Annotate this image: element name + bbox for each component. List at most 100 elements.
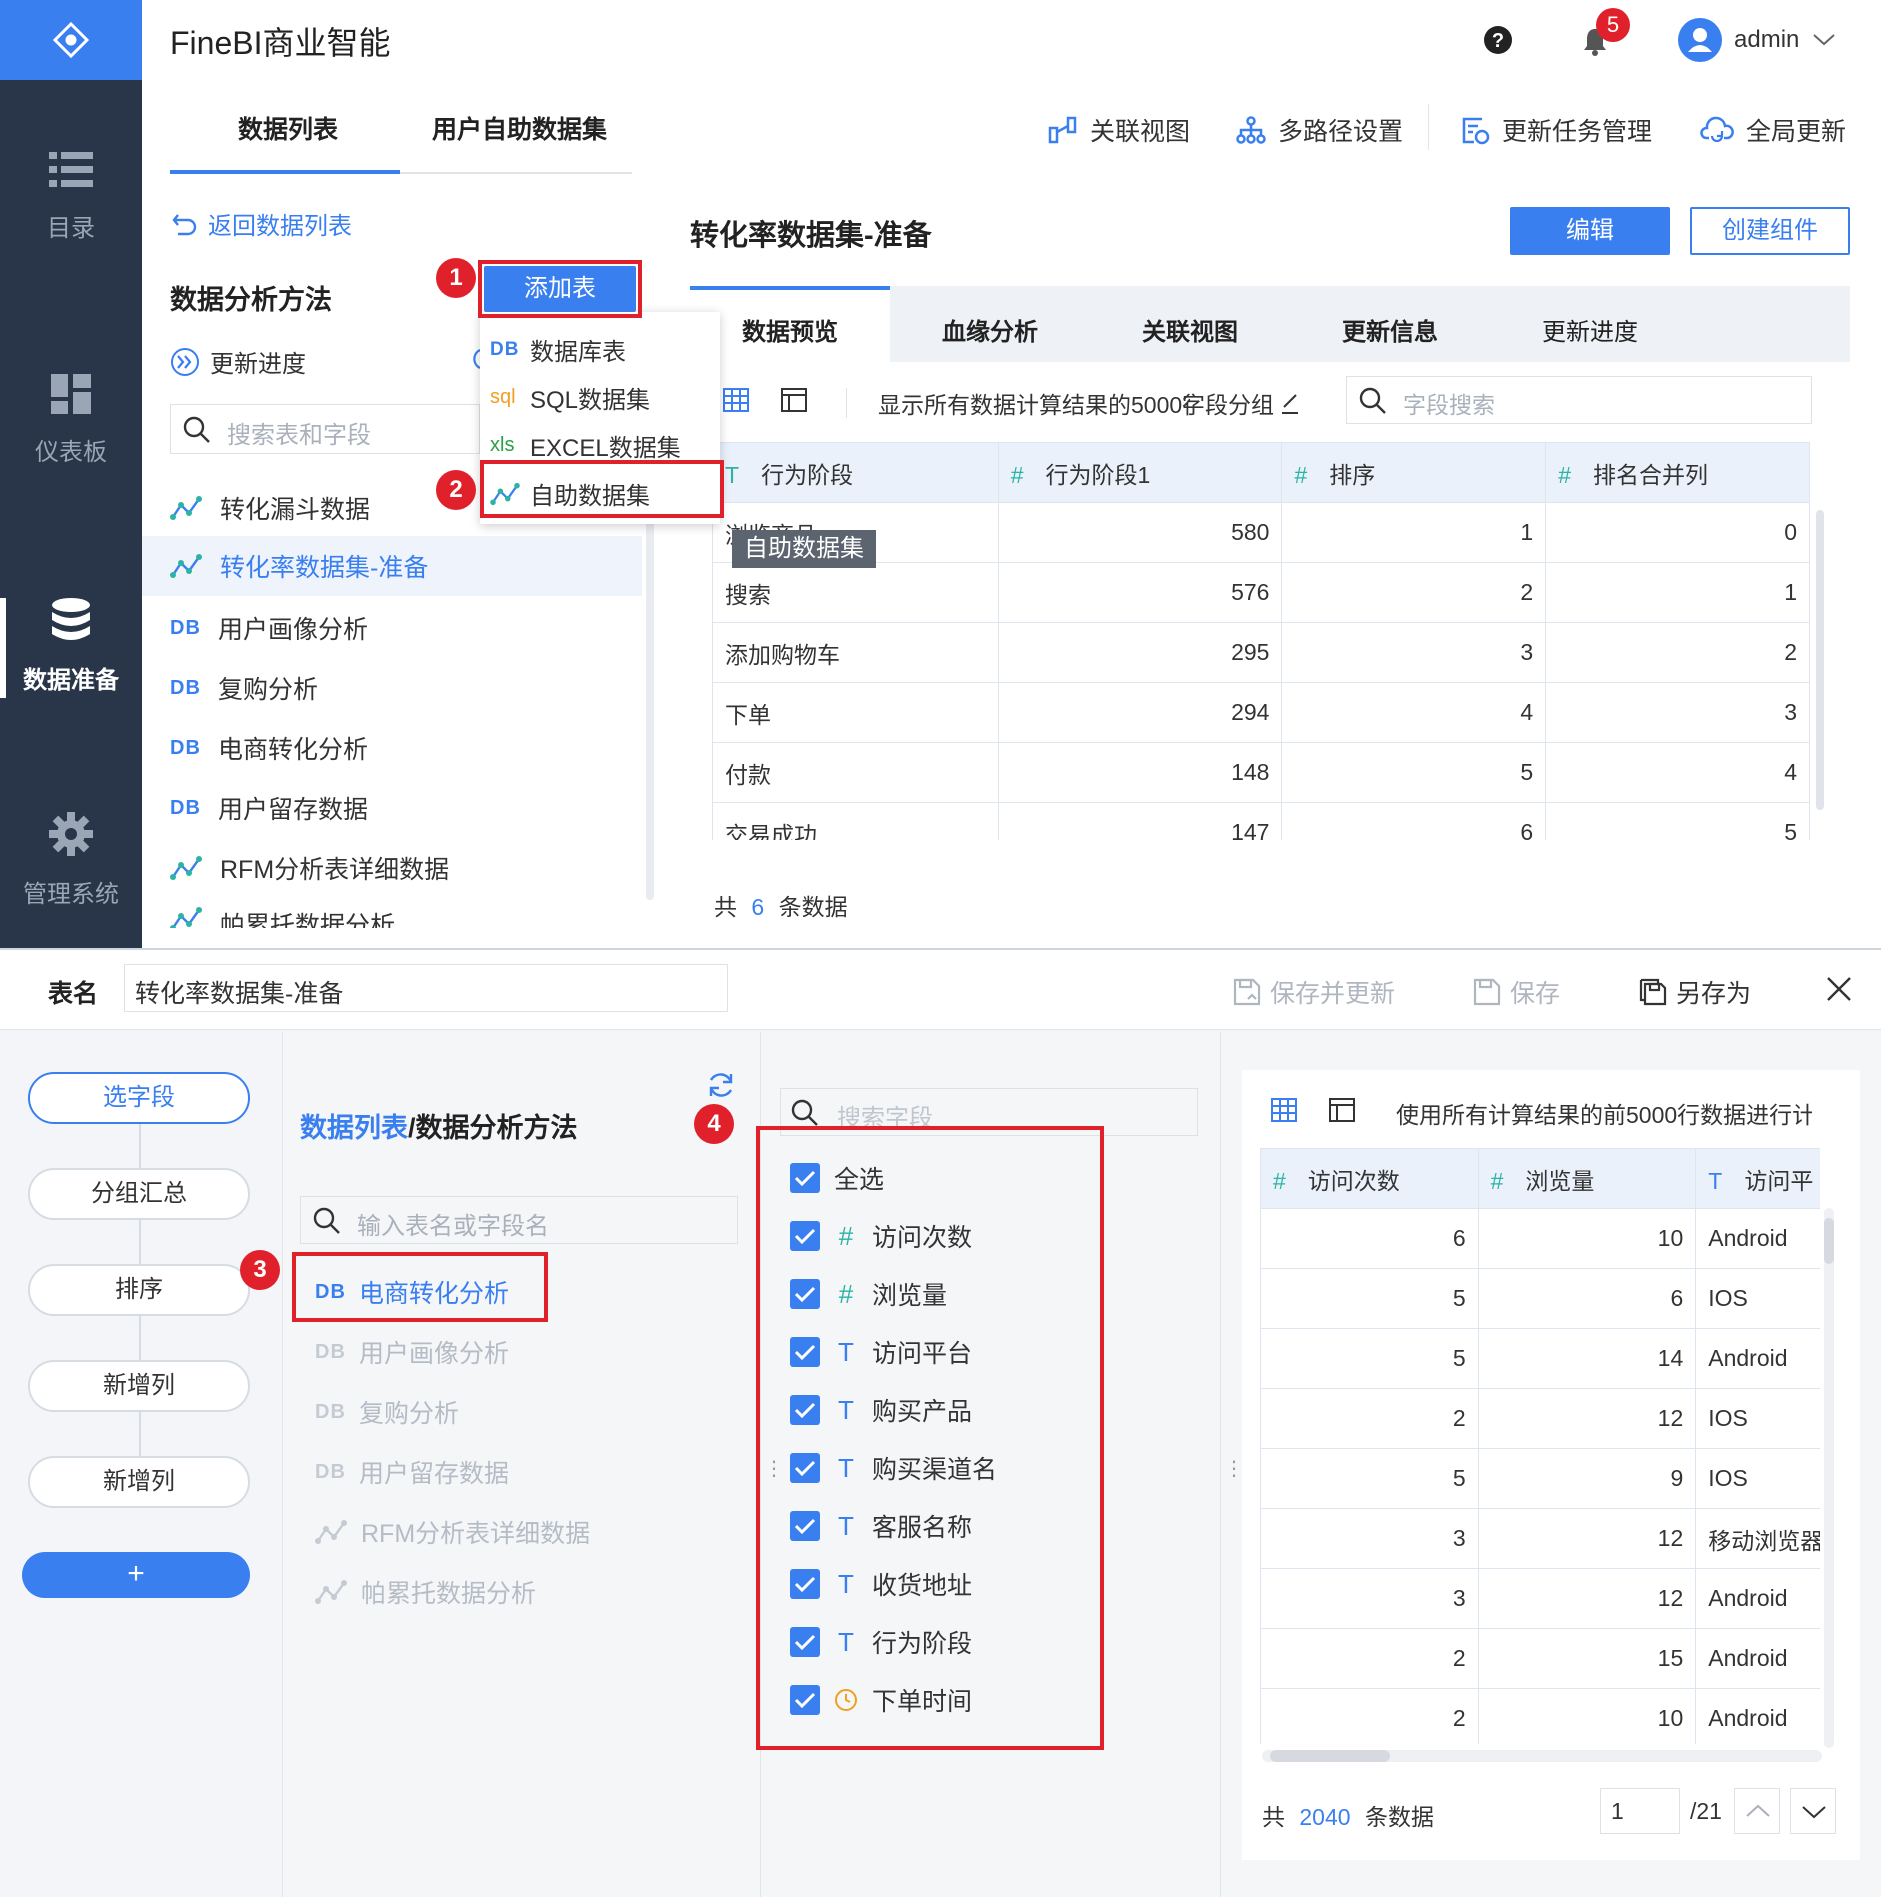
tab-update-info[interactable]: 更新信息: [1342, 312, 1438, 347]
tab-relation-view[interactable]: 关联视图: [1142, 312, 1238, 347]
vertical-scrollbar[interactable]: [1824, 1208, 1834, 1748]
table-item-retention[interactable]: DB 用户留存数据: [315, 1454, 509, 1490]
page-number-input[interactable]: 1: [1600, 1788, 1680, 1834]
menu-item-db-table[interactable]: DB 数据库表: [490, 332, 626, 367]
avatar[interactable]: [1678, 18, 1722, 62]
help-icon[interactable]: ?: [1483, 25, 1513, 55]
chevron-down-icon[interactable]: [1812, 32, 1836, 48]
horizontal-scrollbar[interactable]: [1262, 1750, 1822, 1762]
table-name-search-input[interactable]: 输入表名或字段名: [300, 1196, 738, 1244]
dashboard-icon: [51, 374, 91, 414]
tab-self-service-dataset[interactable]: 用户自助数据集: [432, 110, 607, 146]
column-header[interactable]: # 排名合并列: [1545, 442, 1810, 503]
step-new-column[interactable]: 新增列: [28, 1456, 250, 1508]
username[interactable]: admin: [1734, 26, 1799, 54]
preview-table: T行为阶段 #行为阶段1 #排序 #排名合并列 浏览商品58010 搜索5762…: [712, 442, 1810, 840]
table-item-pareto[interactable]: 帕累托数据分析: [315, 1574, 536, 1610]
tree-item-repurchase[interactable]: DB 复购分析: [170, 670, 318, 706]
sidebar-item-admin[interactable]: 管理系统: [0, 812, 142, 948]
table-cell: 6: [1477, 1268, 1697, 1329]
tree-item-rfm[interactable]: RFM分析表详细数据: [170, 850, 449, 886]
next-page-button[interactable]: [1790, 1788, 1836, 1834]
table-row: 付款 148 5 4: [712, 742, 1810, 803]
back-to-list-link[interactable]: 返回数据列表: [172, 206, 352, 241]
self-service-dataset-icon: [170, 856, 202, 880]
update-progress-label: 更新进度: [210, 351, 306, 378]
tree-item-ecommerce-conversion[interactable]: DB 电商转化分析: [170, 730, 368, 766]
update-task-button[interactable]: 更新任务管理: [1460, 112, 1652, 148]
save-and-update-button[interactable]: 保存并更新: [1232, 974, 1395, 1010]
column-header[interactable]: T 访问平: [1695, 1148, 1820, 1209]
sidebar-item-dashboard[interactable]: 仪表板: [0, 374, 142, 524]
app-logo[interactable]: [0, 0, 142, 80]
multi-path-button[interactable]: 多路径设置: [1236, 112, 1403, 148]
table-row: 3 12 Android: [1260, 1568, 1820, 1629]
column-name: 行为阶段1: [1045, 461, 1151, 488]
tab-lineage[interactable]: 血缘分析: [942, 312, 1038, 347]
field-search-input[interactable]: 字段搜索: [1346, 376, 1812, 424]
table-scrollbar[interactable]: [1816, 510, 1824, 810]
left-scrollbar[interactable]: [646, 480, 654, 900]
step-sort[interactable]: 排序: [28, 1264, 250, 1316]
refresh-icon[interactable]: [706, 1070, 736, 1100]
step-group-summary[interactable]: 分组汇总: [28, 1168, 250, 1220]
menu-item-excel-dataset[interactable]: xls EXCEL数据集: [490, 428, 681, 463]
layout-view-icon[interactable]: [1328, 1096, 1356, 1124]
table-item-rfm[interactable]: RFM分析表详细数据: [315, 1514, 590, 1550]
table-cell: 3: [1260, 1568, 1479, 1629]
tab-data-preview[interactable]: 数据预览: [742, 312, 838, 347]
create-component-button[interactable]: 创建组件: [1690, 207, 1850, 255]
layout-view-icon[interactable]: [780, 386, 808, 414]
column-header[interactable]: # 访问次数: [1260, 1148, 1479, 1209]
step-select-fields[interactable]: 选字段: [28, 1072, 250, 1124]
tab-update-progress[interactable]: 更新进度: [1542, 312, 1638, 347]
save-as-button[interactable]: 另存为: [1638, 974, 1751, 1010]
column-header[interactable]: # 行为阶段1: [997, 442, 1283, 503]
table-cell: 10: [1477, 1688, 1697, 1744]
column-name: 排序: [1329, 461, 1376, 488]
breadcrumb-link[interactable]: 数据列表: [300, 1113, 408, 1143]
add-step-button[interactable]: +: [22, 1552, 250, 1598]
tab-data-list[interactable]: 数据列表: [238, 110, 338, 146]
relation-view-button[interactable]: 关联视图: [1048, 112, 1190, 148]
tree-item-label: 转化漏斗数据: [220, 496, 371, 524]
editor-total-count: 共 2040 条数据: [1262, 1798, 1434, 1832]
prev-page-button[interactable]: [1734, 1788, 1780, 1834]
sidebar-item-catalog[interactable]: 目录: [0, 150, 142, 300]
table-search-input[interactable]: 搜索表和字段: [170, 404, 480, 454]
table-item-user-portrait[interactable]: DB 用户画像分析: [315, 1334, 509, 1370]
update-progress-link[interactable]: 更新进度: [170, 344, 306, 379]
save-button[interactable]: 保存: [1472, 974, 1560, 1010]
step-new-column[interactable]: 新增列: [28, 1360, 250, 1412]
edit-button[interactable]: 编辑: [1510, 207, 1670, 255]
table-cell: 5: [1260, 1268, 1479, 1329]
top-panel: 目录 仪表板 数据准备 管理系统 FineBI商业智能 ? 5 admin 数据…: [0, 0, 1881, 948]
column-header[interactable]: T 行为阶段: [712, 442, 999, 503]
back-label: 返回数据列表: [208, 213, 352, 240]
tree-item-label: 转化率数据集-准备: [220, 554, 429, 582]
grid-view-icon[interactable]: [722, 386, 750, 414]
tree-item-pareto[interactable]: 帕累托数据分析: [170, 906, 395, 928]
global-update-button[interactable]: 全局更新: [1700, 112, 1846, 148]
toolbar-label: 更新任务管理: [1502, 118, 1653, 146]
close-icon[interactable]: [1826, 976, 1852, 1002]
menu-item-sql-dataset[interactable]: sql SQL数据集: [490, 380, 650, 415]
column-header[interactable]: # 浏览量: [1477, 1148, 1697, 1209]
table-name-input[interactable]: 转化率数据集-准备: [124, 964, 728, 1012]
column-header[interactable]: # 排序: [1281, 442, 1547, 503]
sidebar-item-data-prep[interactable]: 数据准备: [0, 598, 142, 748]
resize-handle[interactable]: ⋮: [1224, 1456, 1244, 1481]
db-table-icon: DB: [170, 676, 201, 699]
grid-view-icon[interactable]: [1270, 1096, 1298, 1124]
table-item-repurchase[interactable]: DB 复购分析: [315, 1394, 459, 1430]
step-connector: [139, 1124, 141, 1168]
db-table-icon: DB: [490, 338, 520, 360]
db-table-icon: DB: [170, 736, 201, 759]
tree-item-user-portrait[interactable]: DB 用户画像分析: [170, 610, 368, 646]
field-group-button[interactable]: 字段分组: [1182, 386, 1302, 420]
annotation-badge-3: 3: [240, 1250, 280, 1290]
tree-item-funnel[interactable]: 转化漏斗数据: [170, 490, 370, 526]
tree-item-conversion-rate[interactable]: 转化率数据集-准备: [142, 536, 642, 596]
tree-item-retention[interactable]: DB 用户留存数据: [170, 790, 368, 826]
field-search-placeholder: 字段搜索: [1403, 392, 1495, 418]
